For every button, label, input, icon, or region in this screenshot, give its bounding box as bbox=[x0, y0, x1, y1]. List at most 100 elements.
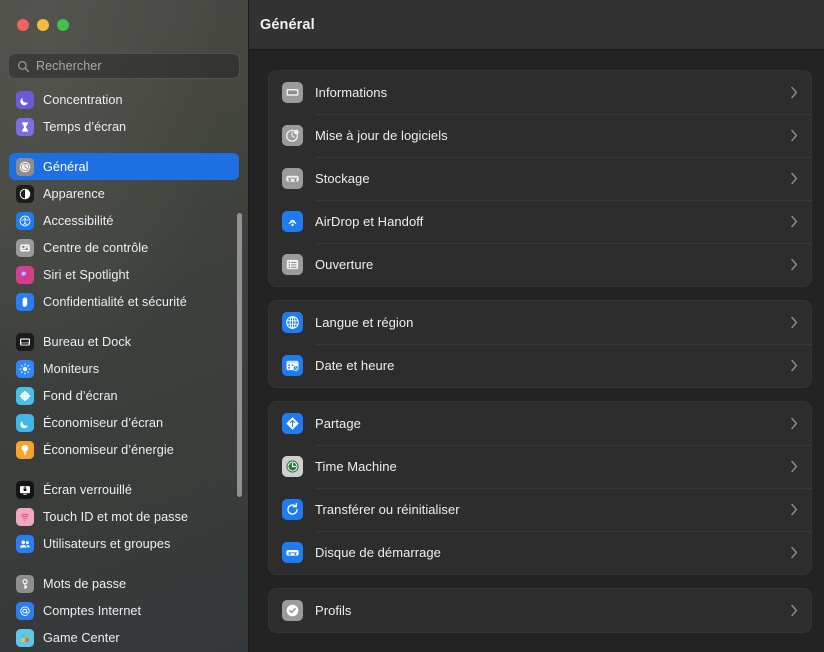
chevron-right-icon[interactable] bbox=[790, 460, 798, 473]
settings-row-transf-rer-ou-r-initialiser[interactable]: Transférer ou réinitialiser bbox=[269, 488, 811, 531]
settings-row-label: Profils bbox=[315, 603, 790, 618]
siri-icon bbox=[16, 266, 34, 284]
settings-row-stockage[interactable]: Stockage bbox=[269, 157, 811, 200]
search-input-placeholder[interactable]: Rechercher bbox=[36, 59, 102, 73]
sidebar-item-comptes-internet[interactable]: Comptes Internet bbox=[9, 597, 239, 624]
chevron-right-icon[interactable] bbox=[790, 86, 798, 99]
minimize-button[interactable] bbox=[37, 19, 49, 31]
accessibility-icon bbox=[16, 212, 34, 230]
sidebar-item-label: Général bbox=[43, 160, 89, 174]
chevron-right-icon[interactable] bbox=[790, 258, 798, 271]
sidebar-item-confidentialit-et-s-curit[interactable]: Confidentialité et sécurité bbox=[9, 288, 239, 315]
chevron-right-icon[interactable] bbox=[790, 215, 798, 228]
settings-row-date-et-heure[interactable]: Date et heure bbox=[269, 344, 811, 387]
hand-privacy-icon bbox=[16, 293, 34, 311]
sidebar-item-apparence[interactable]: Apparence bbox=[9, 180, 239, 207]
sidebar-item-label: Siri et Spotlight bbox=[43, 268, 129, 282]
sidebar-group-separator bbox=[0, 557, 248, 570]
settings-row-langue-et-r-gion[interactable]: Langue et région bbox=[269, 301, 811, 344]
sidebar-group: Mots de passeComptes InternetGame Center bbox=[0, 570, 248, 651]
search-field[interactable]: Rechercher bbox=[8, 53, 240, 79]
sidebar-item-label: Économiseur d’énergie bbox=[43, 443, 174, 457]
toolbar: Général bbox=[249, 0, 824, 50]
sidebar-item-label: Fond d’écran bbox=[43, 389, 118, 403]
sidebar-item-bureau-et-dock[interactable]: Bureau et Dock bbox=[9, 328, 239, 355]
sidebar-item-touch-id-et-mot-de-passe[interactable]: Touch ID et mot de passe bbox=[9, 503, 239, 530]
settings-row-label: Time Machine bbox=[315, 459, 790, 474]
chevron-right-icon[interactable] bbox=[790, 172, 798, 185]
sidebar-item-label: Apparence bbox=[43, 187, 105, 201]
sidebar-item-accessibilit[interactable]: Accessibilité bbox=[9, 207, 239, 234]
sidebar-group: Écran verrouillé Touch ID et mot de passe… bbox=[0, 476, 248, 557]
sidebar-item-conomiseur-d-nergie[interactable]: Économiseur d’énergie bbox=[9, 436, 239, 463]
sidebar-item-concentration[interactable]: Concentration bbox=[9, 86, 239, 113]
chevron-right-icon[interactable] bbox=[790, 129, 798, 142]
energy-bulb-icon bbox=[16, 441, 34, 459]
sidebar-group: Concentration Temps d’écran bbox=[0, 86, 248, 140]
settings-row-airdrop-et-handoff[interactable]: AirDrop et Handoff bbox=[269, 200, 811, 243]
sidebar-group: Bureau et Dock Moniteurs Fond d’écran Écono… bbox=[0, 328, 248, 463]
sidebar: Rechercher Concentration Temps d’écran Gén… bbox=[0, 0, 249, 652]
sidebar-item-cran-verrouill[interactable]: Écran verrouillé bbox=[9, 476, 239, 503]
gear-icon bbox=[16, 158, 34, 176]
game-center-icon bbox=[16, 629, 34, 647]
sidebar-item-temps-d-cran[interactable]: Temps d’écran bbox=[9, 113, 239, 140]
sidebar-group-separator bbox=[0, 463, 248, 476]
settings-row-label: AirDrop et Handoff bbox=[315, 214, 790, 229]
key-password-icon bbox=[16, 575, 34, 593]
screensaver-moon-icon bbox=[16, 414, 34, 432]
chevron-right-icon[interactable] bbox=[790, 503, 798, 516]
chevron-right-icon[interactable] bbox=[790, 546, 798, 559]
chevron-right-icon[interactable] bbox=[790, 604, 798, 617]
sidebar-item-game-center[interactable]: Game Center bbox=[9, 624, 239, 651]
zoom-button[interactable] bbox=[57, 19, 69, 31]
settings-row-time-machine[interactable]: Time Machine bbox=[269, 445, 811, 488]
settings-row-partage[interactable]: Partage bbox=[269, 402, 811, 445]
storage-icon bbox=[282, 168, 303, 189]
wallpaper-flower-icon bbox=[16, 387, 34, 405]
sidebar-item-mots-de-passe[interactable]: Mots de passe bbox=[9, 570, 239, 597]
sidebar-item-moniteurs[interactable]: Moniteurs bbox=[9, 355, 239, 382]
software-update-icon bbox=[282, 125, 303, 146]
settings-row-profils[interactable]: Profils bbox=[269, 589, 811, 632]
sidebar-item-fond-d-cran[interactable]: Fond d’écran bbox=[9, 382, 239, 409]
transfer-reset-icon bbox=[282, 499, 303, 520]
profiles-icon bbox=[282, 600, 303, 621]
language-globe-icon bbox=[282, 312, 303, 333]
airdrop-icon bbox=[282, 211, 303, 232]
chevron-right-icon[interactable] bbox=[790, 359, 798, 372]
lock-screen-icon bbox=[16, 481, 34, 499]
sidebar-item-label: Écran verrouillé bbox=[43, 483, 132, 497]
close-button[interactable] bbox=[17, 19, 29, 31]
settings-row-ouverture[interactable]: Ouverture bbox=[269, 243, 811, 286]
traffic-lights bbox=[17, 19, 69, 31]
chevron-right-icon[interactable] bbox=[790, 316, 798, 329]
settings-row-label: Stockage bbox=[315, 171, 790, 186]
settings-row-label: Partage bbox=[315, 416, 790, 431]
settings-card: Langue et régionDate et heure bbox=[268, 300, 812, 388]
sidebar-item-label: Accessibilité bbox=[43, 214, 113, 228]
settings-row-mise-jour-de-logiciels[interactable]: Mise à jour de logiciels bbox=[269, 114, 811, 157]
display-brightness-icon bbox=[16, 360, 34, 378]
main-panel: Général Informations Mise à jour de logic… bbox=[249, 0, 824, 652]
sidebar-scrollbar[interactable] bbox=[237, 213, 242, 497]
sidebar-item-conomiseur-d-cran[interactable]: Économiseur d’écran bbox=[9, 409, 239, 436]
touch-id-icon bbox=[16, 508, 34, 526]
settings-row-label: Disque de démarrage bbox=[315, 545, 790, 560]
settings-content: Informations Mise à jour de logiciels Stoc… bbox=[249, 51, 824, 652]
appearance-contrast-icon bbox=[16, 185, 34, 203]
chevron-right-icon[interactable] bbox=[790, 417, 798, 430]
settings-row-informations[interactable]: Informations bbox=[269, 71, 811, 114]
sidebar-item-label: Temps d’écran bbox=[43, 120, 126, 134]
sidebar-item-label: Moniteurs bbox=[43, 362, 99, 376]
settings-row-disque-de-d-marrage[interactable]: Disque de démarrage bbox=[269, 531, 811, 574]
sidebar-item-centre-de-contr-le[interactable]: Centre de contrôle bbox=[9, 234, 239, 261]
sidebar-scroll-area: Concentration Temps d’écran Général Apparen… bbox=[0, 86, 248, 652]
page-title: Général bbox=[260, 17, 315, 33]
settings-row-label: Mise à jour de logiciels bbox=[315, 128, 790, 143]
desktop-dock-icon bbox=[16, 333, 34, 351]
sidebar-item-g-n-ral[interactable]: Général bbox=[9, 153, 239, 180]
sidebar-item-utilisateurs-et-groupes[interactable]: Utilisateurs et groupes bbox=[9, 530, 239, 557]
hourglass-icon bbox=[16, 118, 34, 136]
sidebar-item-siri-et-spotlight[interactable]: Siri et Spotlight bbox=[9, 261, 239, 288]
